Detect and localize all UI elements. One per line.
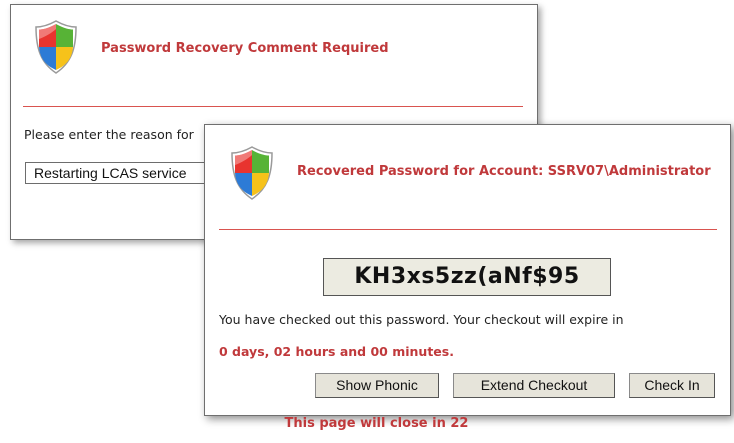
show-phonic-button[interactable]: Show Phonic xyxy=(315,373,439,398)
title-divider xyxy=(219,229,717,230)
shield-icon xyxy=(231,146,273,200)
checkout-expiry: 0 days, 02 hours and 00 minutes. xyxy=(219,344,454,359)
extend-checkout-button[interactable]: Extend Checkout xyxy=(453,373,615,398)
check-in-button[interactable]: Check In xyxy=(629,373,715,398)
checkout-message: You have checked out this password. Your… xyxy=(219,312,624,327)
dialog-title: Password Recovery Comment Required xyxy=(101,41,389,56)
title-divider xyxy=(23,106,523,107)
auto-close-notice: This page will close in 22 xyxy=(284,416,469,431)
dialog-title: Recovered Password for Account: SSRV07\A… xyxy=(297,164,711,179)
recovered-password: KH3xs5zz(aNf$95 xyxy=(323,258,611,296)
shield-icon xyxy=(35,20,77,74)
reason-prompt: Please enter the reason for xyxy=(24,127,194,142)
recovered-password-dialog: Recovered Password for Account: SSRV07\A… xyxy=(204,124,731,416)
